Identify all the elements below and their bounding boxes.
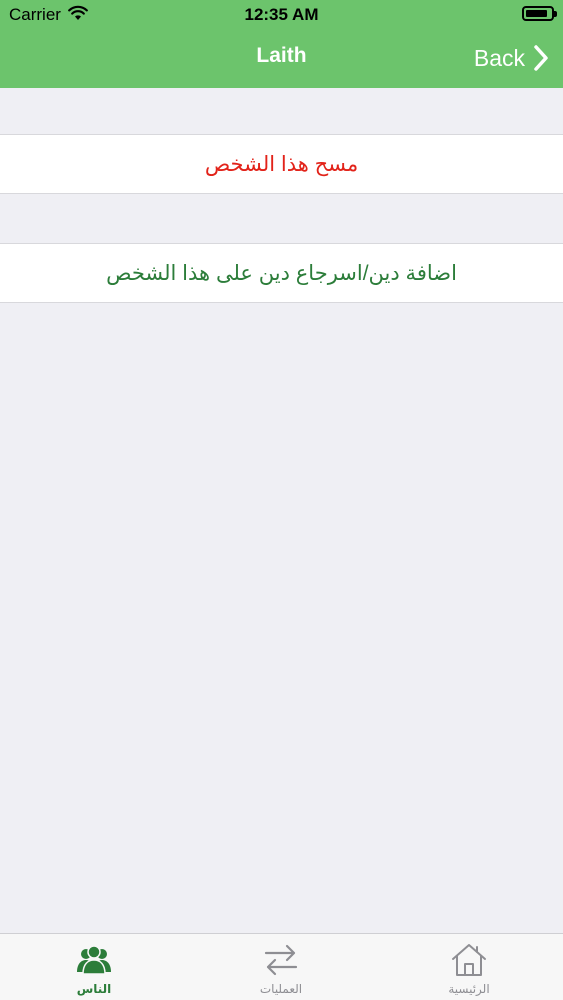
back-button[interactable]: Back [474,40,549,76]
tab-people[interactable]: الناس [24,934,164,1000]
tab-bar: الناس العمليات الرئيسية [0,933,563,1000]
add-return-debt-label: اضافة دين/اسرجاع دين على هذا الشخص [106,261,457,285]
tab-operations[interactable]: العمليات [211,934,351,1000]
tab-home[interactable]: الرئيسية [399,934,539,1000]
clock: 12:35 AM [244,5,319,24]
transfer-arrows-icon [264,944,298,976]
tab-home-label: الرئيسية [448,982,490,996]
chevron-right-icon [534,45,548,71]
back-label: Back [473,44,525,71]
tab-people-label: الناس [76,982,112,996]
nav-bar: Laith Back [0,30,563,88]
tab-operations-label: العمليات [259,982,303,996]
delete-person-label: مسح هذا الشخص [204,152,359,176]
delete-person-button[interactable]: مسح هذا الشخص [0,134,563,194]
battery-fill [526,10,547,17]
home-icon [452,944,486,976]
battery-icon [522,6,557,21]
add-return-debt-button[interactable]: اضافة دين/اسرجاع دين على هذا الشخص [0,243,563,303]
status-bar: Carrier 12:35 AM [0,0,563,30]
people-icon [77,945,111,975]
screen: Carrier 12:35 AM Laith Back مسح هذا الشخ… [0,0,563,1000]
header: Carrier 12:35 AM Laith Back [0,0,563,88]
